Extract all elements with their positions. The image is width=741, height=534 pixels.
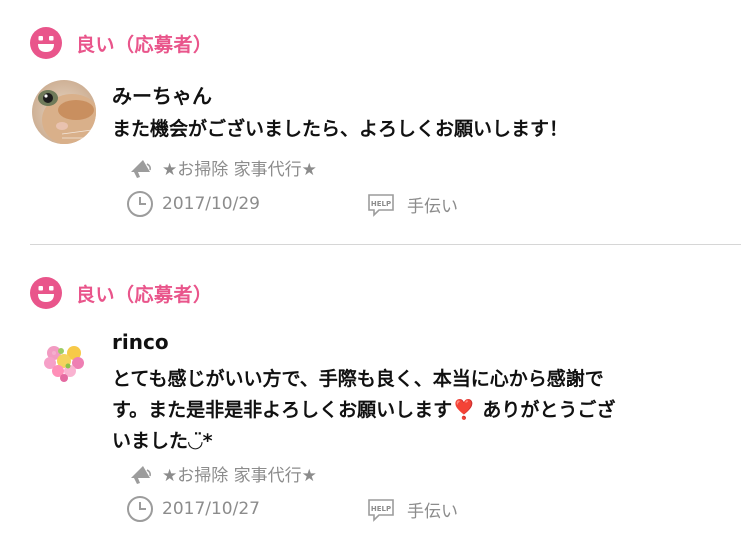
category-label: 手伝い [407, 502, 458, 522]
rating-row: 良い（応募者） [30, 277, 213, 309]
rating-label: 良い（応募者） [76, 283, 213, 306]
divider [30, 244, 741, 245]
svg-text:HELP: HELP [371, 505, 391, 513]
category-label: 手伝い [407, 197, 458, 217]
svg-text:HELP: HELP [371, 200, 391, 208]
reviewer-name[interactable]: みーちゃん [112, 80, 212, 109]
heart-emoji-icon: ❣️ [452, 399, 476, 421]
job-title-row[interactable]: ★お掃除 家事代行★ [128, 155, 317, 180]
job-title-row[interactable]: ★お掃除 家事代行★ [128, 461, 317, 486]
date-row: 2017/10/27 [126, 495, 260, 523]
smiley-icon [30, 27, 62, 59]
review-comment: とても感じがいい方で、手際も良く、本当に心から感謝で す。また是非是非よろしくお… [112, 368, 616, 452]
megaphone-icon [131, 465, 151, 484]
help-bubble-icon: HELP [368, 193, 394, 217]
avatar[interactable] [32, 80, 96, 144]
job-title: ★お掃除 家事代行★ [162, 466, 317, 486]
review-comment: また機会がございましたら、よろしくお願いします！ [112, 118, 569, 140]
category-row: HELP 手伝い [367, 497, 458, 522]
rating-label: 良い（応募者） [76, 33, 213, 56]
smiley-icon [30, 277, 62, 309]
help-bubble-icon: HELP [368, 498, 394, 522]
review-date: 2017/10/27 [162, 499, 260, 519]
job-title: ★お掃除 家事代行★ [162, 160, 317, 180]
megaphone-icon [131, 159, 151, 178]
review-date: 2017/10/29 [162, 194, 260, 214]
clock-icon [127, 496, 153, 522]
reviewer-name[interactable]: rinco [112, 330, 169, 354]
date-row: 2017/10/29 [126, 190, 260, 218]
category-row: HELP 手伝い [367, 192, 458, 217]
rating-row: 良い（応募者） [30, 27, 213, 59]
clock-icon [127, 191, 153, 217]
avatar[interactable] [32, 330, 96, 394]
